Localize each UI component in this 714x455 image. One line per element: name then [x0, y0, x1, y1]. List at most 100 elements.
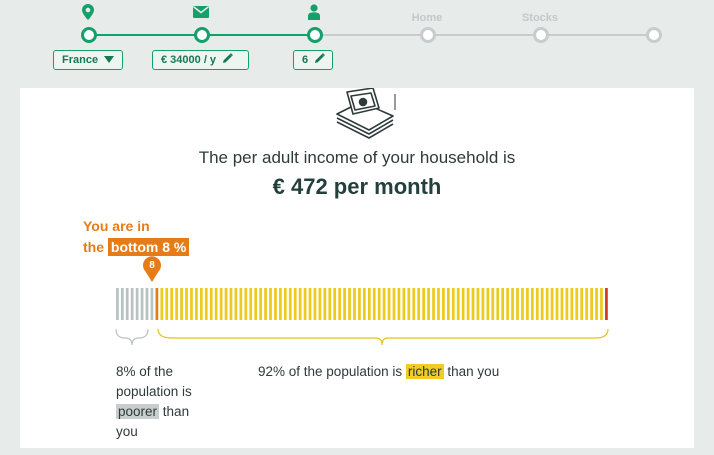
- pencil-icon: [222, 53, 233, 67]
- richer-segment: [382, 288, 386, 320]
- richer-segment: [506, 288, 509, 320]
- richer-segment: [496, 288, 500, 320]
- richer-segment: [180, 288, 183, 320]
- step-node-household[interactable]: [307, 27, 323, 43]
- richer-segment: [585, 288, 589, 320]
- richer-segment: [298, 288, 302, 320]
- step-label-stocks: Stocks: [521, 12, 559, 24]
- richer-segment: [195, 288, 198, 320]
- richer-segment: [526, 288, 529, 320]
- poorer-segment: [130, 288, 134, 320]
- richer-segment: [555, 288, 559, 320]
- income-edit-button[interactable]: € 34000 / y: [152, 50, 249, 70]
- richer-segment: [456, 288, 460, 320]
- richer-segment: [590, 288, 593, 320]
- richer-segment: [451, 288, 455, 320]
- richer-segment: [412, 288, 416, 320]
- richer-segment: [279, 288, 282, 320]
- richer-segment: [442, 288, 445, 320]
- richer-segment: [254, 288, 258, 320]
- richer-segment: [570, 288, 574, 320]
- richer-segment: [501, 288, 505, 320]
- richer-text-start: 92% of the population is: [258, 364, 403, 379]
- richer-segment: [560, 288, 564, 320]
- richer-segment: [358, 288, 361, 320]
- richer-segment: [377, 288, 381, 320]
- richer-segment: [229, 288, 233, 320]
- richer-segment: [165, 288, 169, 320]
- richer-segment: [293, 288, 297, 320]
- richer-segment: [303, 288, 307, 320]
- richer-segment: [466, 288, 470, 320]
- country-select[interactable]: France: [53, 50, 123, 70]
- step-label-home: Home: [411, 12, 443, 24]
- step-node-final[interactable]: [646, 27, 662, 43]
- caret-down-icon: [104, 54, 115, 66]
- richer-segment: [288, 288, 292, 320]
- richer-segment: [417, 288, 421, 320]
- richer-segment: [214, 288, 218, 320]
- household-edit-button[interactable]: 6: [293, 50, 333, 70]
- marker-value: 8: [149, 260, 155, 271]
- richer-segment: [318, 288, 322, 320]
- richer-segment: [402, 288, 406, 320]
- richer-segment: [244, 288, 248, 320]
- richer-segment: [372, 288, 376, 320]
- step-node-home[interactable]: [420, 27, 436, 43]
- result-card: The per adult income of your household i…: [20, 87, 694, 448]
- step-node-country[interactable]: [81, 27, 97, 43]
- the-text: the: [83, 239, 104, 255]
- richer-segment: [427, 288, 430, 320]
- richer-segment: [224, 288, 228, 320]
- poorer-highlight: poorer: [116, 404, 160, 419]
- poorer-segment: [125, 288, 129, 320]
- country-value: France: [62, 54, 99, 66]
- richer-segment: [392, 288, 396, 320]
- richer-segment: [239, 288, 243, 320]
- group-braces: [115, 328, 609, 346]
- income-intro-text: The per adult income of your household i…: [198, 148, 516, 167]
- richer-segment: [264, 288, 267, 320]
- poorer-segment: [120, 288, 124, 320]
- person-icon: [305, 4, 323, 20]
- richer-brace: [157, 328, 609, 346]
- richer-segment: [437, 288, 440, 320]
- richer-segment: [313, 288, 317, 320]
- richer-segment: [219, 288, 223, 320]
- richer-segment: [486, 288, 490, 320]
- top-segment: [605, 288, 608, 320]
- richer-segment: [185, 288, 188, 320]
- richer-segment: [367, 288, 371, 320]
- richer-segment: [209, 288, 213, 320]
- step-node-income[interactable]: [194, 27, 210, 43]
- richer-segment: [530, 288, 534, 320]
- progress-stepper: Home Stocks France € 34000 / y 6: [0, 0, 714, 80]
- envelope-icon: [192, 4, 210, 20]
- richer-segment: [387, 288, 391, 320]
- richer-segment: [511, 288, 514, 320]
- step-node-stocks[interactable]: [533, 27, 549, 43]
- richer-description: 92% of the population is richer than you: [258, 362, 499, 382]
- richer-text-end: than you: [447, 364, 500, 379]
- richer-segment: [550, 288, 554, 320]
- richer-segment: [274, 288, 277, 320]
- richer-segment: [323, 288, 327, 320]
- richer-segment: [190, 288, 193, 320]
- richer-segment: [348, 288, 351, 320]
- poorer-segment: [135, 288, 139, 320]
- you-are-in-text: You are in: [83, 218, 150, 234]
- richer-segment: [234, 288, 238, 320]
- richer-segment: [491, 288, 495, 320]
- richer-segment: [461, 288, 465, 320]
- richer-segment: [516, 288, 519, 320]
- poorer-brace: [115, 328, 149, 346]
- richer-segment: [259, 288, 262, 320]
- household-value: 6: [302, 54, 309, 66]
- richer-segment: [481, 288, 485, 320]
- stepper-track-remaining: [314, 34, 654, 36]
- position-label: You are in the bottom 8 %: [83, 216, 190, 258]
- richer-segment: [338, 288, 342, 320]
- richer-segment: [308, 288, 312, 320]
- poorer-segment: [145, 288, 149, 320]
- richer-segment: [521, 288, 524, 320]
